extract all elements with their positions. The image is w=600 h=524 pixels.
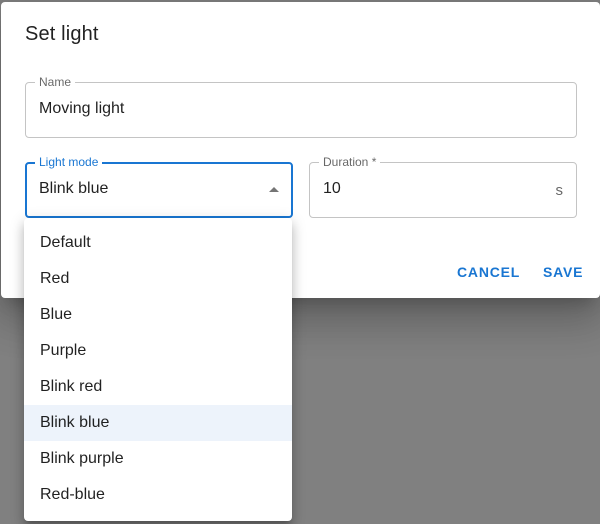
menu-item-blink-red[interactable]: Blink red — [24, 369, 292, 405]
menu-item-default[interactable]: Default — [24, 225, 292, 261]
light-mode-label: Light mode — [35, 155, 103, 169]
menu-item-blue[interactable]: Blue — [24, 297, 292, 333]
duration-unit: s — [555, 182, 564, 199]
name-field[interactable]: Name Moving light — [25, 75, 577, 138]
light-mode-select[interactable]: Light mode Blink blue — [25, 155, 293, 218]
name-field-label: Name — [35, 75, 76, 89]
duration-field-label: Duration * — [319, 155, 381, 169]
cancel-button[interactable]: CANCEL — [457, 260, 520, 284]
save-button[interactable]: SAVE — [543, 260, 583, 284]
caret-up-icon[interactable] — [269, 187, 279, 192]
menu-item-blink-blue[interactable]: Blink blue — [24, 405, 292, 441]
menu-item-red[interactable]: Red — [24, 261, 292, 297]
dialog-title: Set light — [25, 23, 99, 45]
menu-item-red-blue[interactable]: Red-blue — [24, 477, 292, 513]
duration-field-value[interactable]: 10 — [323, 179, 341, 199]
light-mode-menu: Default Red Blue Purple Blink red Blink … — [24, 218, 292, 521]
duration-field[interactable]: Duration * 10 s — [309, 155, 577, 218]
menu-item-purple[interactable]: Purple — [24, 333, 292, 369]
name-field-value[interactable]: Moving light — [39, 99, 124, 119]
menu-item-blink-purple[interactable]: Blink purple — [24, 441, 292, 477]
light-mode-value[interactable]: Blink blue — [39, 179, 108, 199]
